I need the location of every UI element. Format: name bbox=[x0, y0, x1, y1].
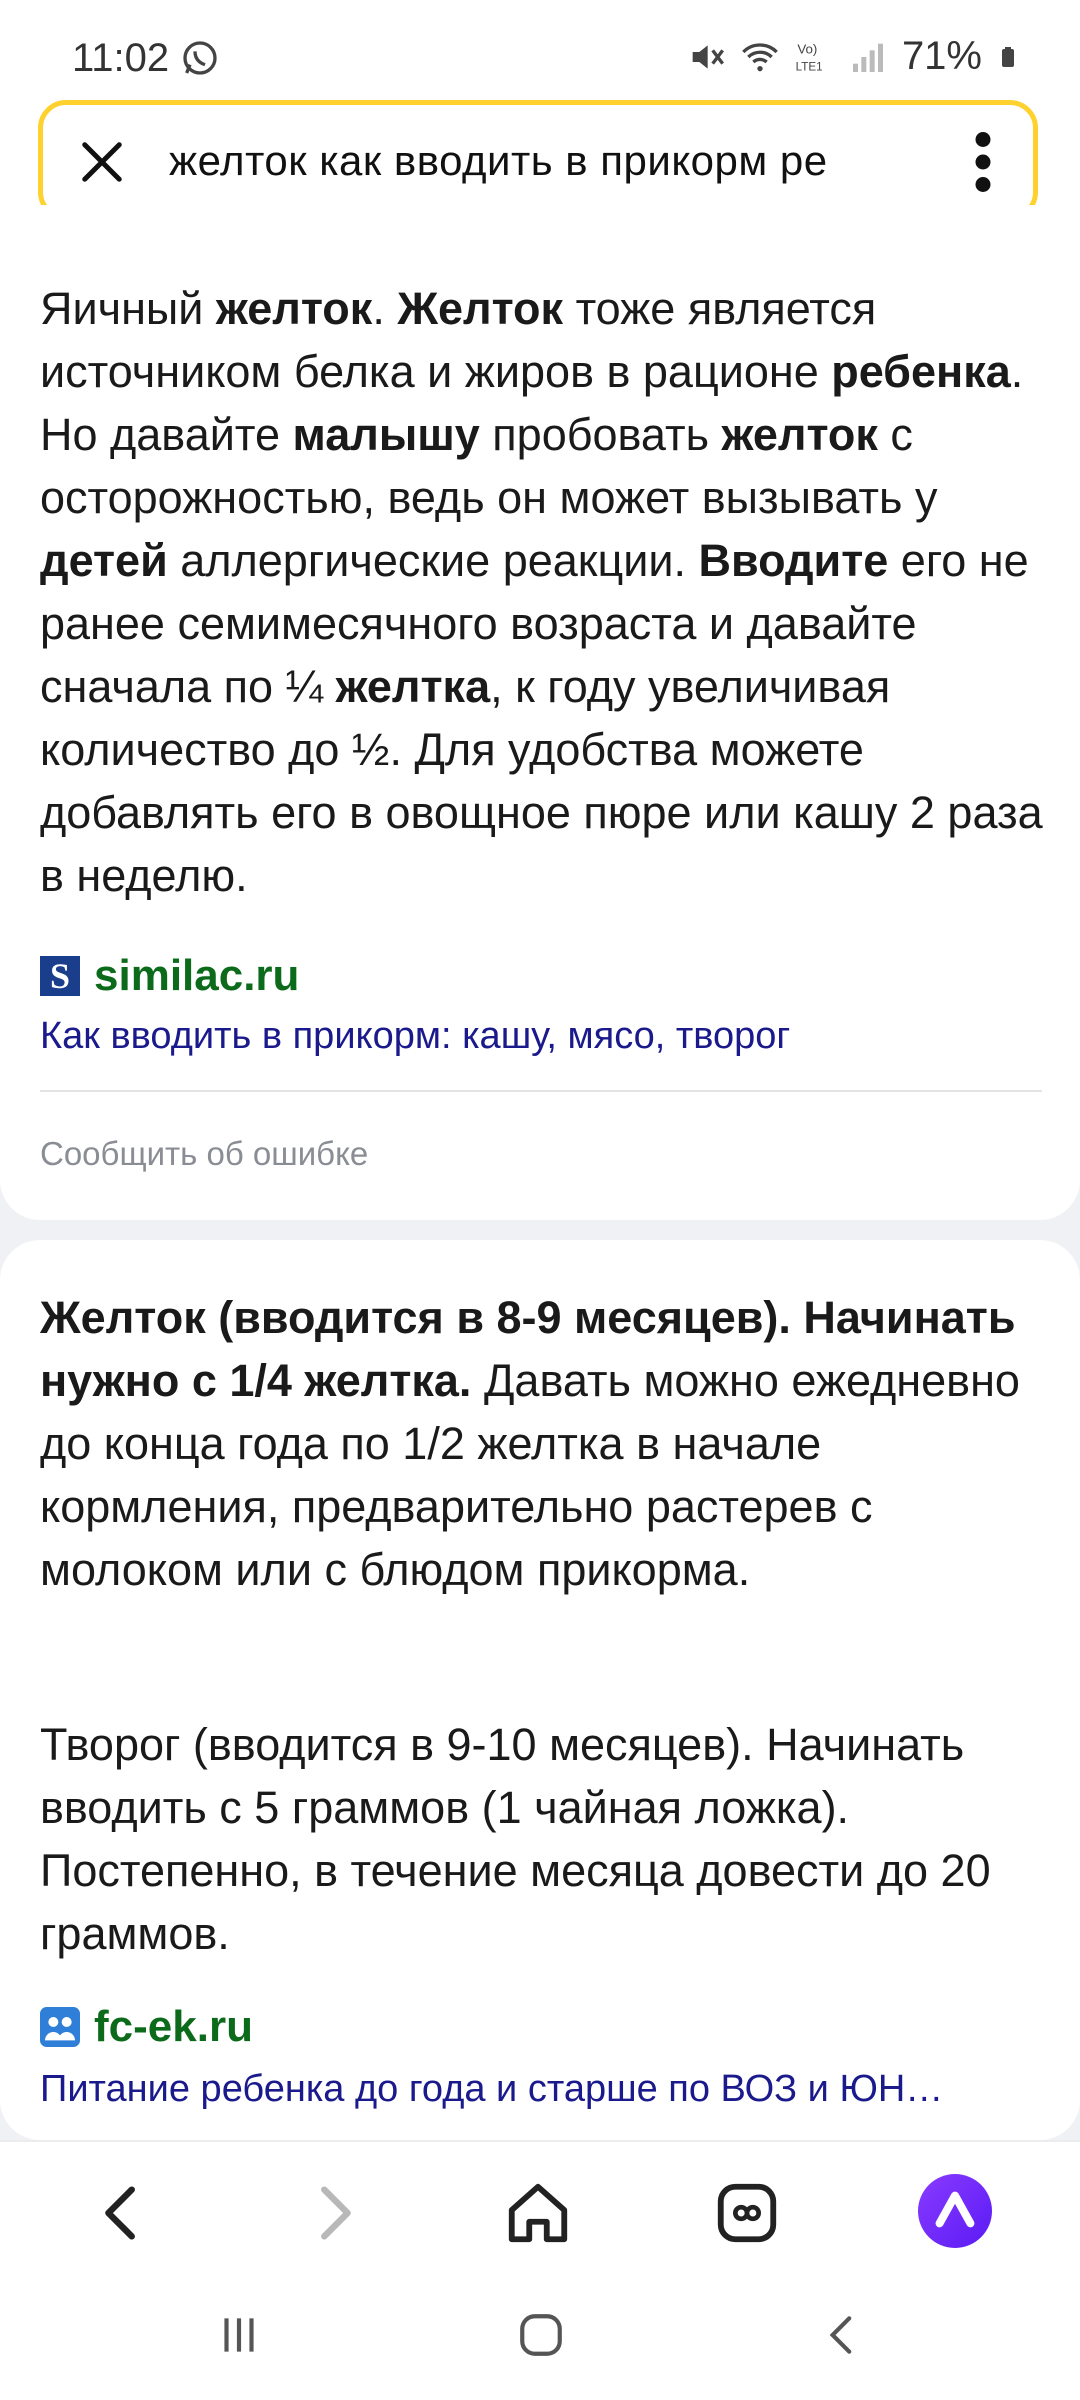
svg-text:LTE1: LTE1 bbox=[796, 60, 823, 73]
status-bar: 11:02 Vo) LTE1 71% bbox=[0, 0, 1080, 100]
similac-favicon-icon: S bbox=[40, 956, 80, 996]
svg-text:Vo): Vo) bbox=[797, 41, 817, 56]
result-card: Желток (вводится в 8-9 месяцев). Начинат… bbox=[0, 1240, 1080, 2140]
close-icon[interactable] bbox=[79, 139, 125, 185]
battery-icon bbox=[1002, 46, 1014, 67]
result-source[interactable]: S similac.ru bbox=[40, 951, 299, 1001]
divider bbox=[40, 1090, 1042, 1092]
result-source[interactable]: fc-ek.ru bbox=[40, 2002, 253, 2052]
more-vert-icon[interactable] bbox=[973, 131, 993, 193]
mute-icon bbox=[692, 44, 724, 69]
search-query[interactable]: желток как вводить в прикорм ре bbox=[169, 131, 949, 191]
result-title-link[interactable]: Как вводить в прикорм: кашу, мясо, творо… bbox=[40, 1015, 1040, 1058]
status-time: 11:02 bbox=[72, 36, 170, 80]
wifi-icon bbox=[742, 42, 778, 71]
forward-icon[interactable] bbox=[298, 2178, 368, 2248]
status-icons: Vo) LTE1 71% bbox=[686, 34, 1020, 79]
fc-ek-favicon-icon bbox=[40, 2007, 80, 2047]
browser-toolbar bbox=[0, 2140, 1080, 2282]
back-icon[interactable] bbox=[88, 2178, 158, 2248]
system-back-icon[interactable] bbox=[818, 2310, 868, 2360]
whatsapp-icon bbox=[183, 41, 217, 75]
home-circle-icon[interactable] bbox=[516, 2310, 566, 2360]
result-snippet: Творог (вводится в 9-10 месяцев). Начина… bbox=[40, 1719, 991, 1959]
result-snippet: Яичный желток. Желток тоже является исто… bbox=[40, 283, 1043, 901]
result-card: Яичный желток. Желток тоже является исто… bbox=[0, 205, 1080, 1220]
volte-icon: Vo) LTE1 bbox=[796, 41, 823, 73]
report-error-link[interactable]: Сообщить об ошибке bbox=[40, 1135, 368, 1173]
source-domain[interactable]: similac.ru bbox=[94, 951, 299, 1001]
battery-percent: 71% bbox=[901, 34, 982, 78]
result-snippet: Желток (вводится в 8-9 месяцев). Начинат… bbox=[40, 1292, 1020, 1595]
recents-icon[interactable] bbox=[214, 2310, 264, 2360]
home-icon[interactable] bbox=[503, 2178, 573, 2248]
tabs-icon[interactable] bbox=[712, 2178, 782, 2248]
result-title-link[interactable]: Питание ребенка до года и старше по ВОЗ … bbox=[40, 2068, 1040, 2111]
system-navigation-bar bbox=[0, 2280, 1080, 2400]
alice-icon[interactable] bbox=[918, 2174, 992, 2248]
search-box[interactable]: желток как вводить в прикорм ре bbox=[38, 100, 1038, 220]
source-domain[interactable]: fc-ek.ru bbox=[94, 2002, 253, 2052]
signal-icon bbox=[852, 43, 883, 72]
